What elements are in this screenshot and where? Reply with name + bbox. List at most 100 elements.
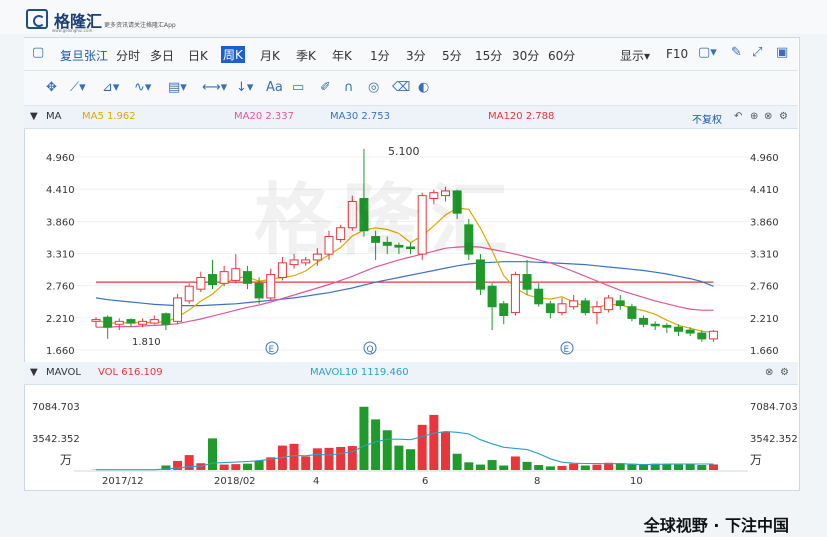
trash-icon[interactable]: ⌫ — [392, 80, 410, 95]
x-tick-label: 8 — [534, 476, 540, 487]
settings-icon[interactable]: ⚙ — [779, 111, 788, 122]
period-yearly[interactable]: 年K — [332, 47, 352, 64]
volume-bar — [522, 461, 532, 470]
candle-body — [149, 319, 159, 324]
volume-tick-right: 3542.352 — [750, 434, 798, 445]
candle-body — [604, 297, 614, 311]
candle-body — [697, 332, 707, 340]
volume-bar — [417, 424, 427, 470]
period-3min[interactable]: 3分 — [406, 47, 426, 64]
volume-bar — [254, 460, 264, 470]
volume-settings-icon[interactable]: ⚙ — [780, 367, 789, 378]
candle-body — [674, 326, 683, 332]
candle-body — [708, 330, 718, 340]
price-indicator-label[interactable]: MA — [46, 111, 61, 122]
arrow-tool-icon[interactable]: ↓▾ — [236, 80, 253, 95]
display-menu[interactable]: 显示▾ — [620, 47, 650, 64]
volume-bar — [475, 464, 485, 470]
candle-body — [208, 274, 217, 285]
range-tool-icon[interactable]: ⟷▾ — [202, 80, 227, 95]
x-tick-label: 10 — [630, 476, 643, 487]
close-icon[interactable]: ⊗ — [764, 111, 772, 122]
volume-tick-left: 3542.352 — [32, 434, 80, 445]
zoom-in-icon[interactable]: ⊕ — [750, 111, 758, 122]
volume-bar — [242, 463, 252, 470]
volume-bar — [441, 432, 450, 470]
candle-body — [161, 313, 171, 325]
volume-tick-right: 7084.703 — [750, 402, 798, 413]
candle-body — [580, 300, 590, 314]
eye-icon[interactable]: ◐ — [418, 80, 429, 95]
period-intraday[interactable]: 分时 — [116, 47, 140, 64]
volume-panel-header: ▼ MAVOL VOL 616.109 MAVOL10 1119.460 ⊗ ⚙ — [24, 362, 798, 385]
volume-bar — [545, 466, 555, 470]
price-tick-left: 4.960 — [46, 153, 75, 164]
volume-bar — [289, 443, 299, 470]
ma30-label: MA30 2.753 — [330, 111, 390, 122]
volume-bar — [708, 464, 718, 470]
period-15min[interactable]: 15分 — [475, 47, 502, 64]
volume-bar — [510, 456, 520, 470]
volume-bar — [429, 414, 439, 470]
crosshair-icon[interactable]: ✥ — [46, 80, 57, 95]
volume-indicator-label[interactable]: MAVOL — [46, 367, 81, 378]
wave-tool-icon[interactable]: ∿▾ — [134, 80, 151, 95]
period-quarterly[interactable]: 季K — [296, 47, 316, 64]
volume-bar — [534, 465, 544, 470]
period-multiday[interactable]: 多日 — [150, 47, 174, 64]
period-daily[interactable]: 日K — [188, 47, 208, 64]
volume-unit-right: 万 — [750, 453, 762, 467]
volume-collapse-icon[interactable]: ▼ — [30, 367, 38, 378]
volume-chart[interactable]: 7084.703 3542.352 万 7084.703 3542.352 万 2017/1… — [24, 385, 798, 489]
line-tool-icon[interactable]: ⟋▾ — [70, 80, 86, 95]
magnet-icon[interactable]: ∩ — [344, 80, 354, 95]
volume-bar — [569, 463, 579, 470]
candle-body — [685, 329, 695, 334]
ma5-label: MA5 1.962 — [82, 111, 136, 122]
period-5min[interactable]: 5分 — [442, 47, 462, 64]
candle-body — [184, 285, 194, 302]
vol-label: VOL 616.109 — [98, 367, 163, 378]
sidebar-toggle-icon[interactable]: ▣ — [776, 45, 788, 60]
collapse-icon[interactable]: ▼ — [30, 111, 38, 122]
x-tick-label: 2018/02 — [214, 476, 256, 487]
candle-body — [138, 320, 148, 325]
volume-bar — [592, 464, 602, 470]
undo-icon[interactable]: ↶ — [734, 111, 742, 122]
low-annotation: 1.810 — [132, 337, 161, 348]
candle-body — [254, 282, 264, 299]
volume-bar — [336, 446, 346, 470]
text-tool-icon[interactable]: Aa — [266, 80, 283, 95]
price-tick-right: 4.410 — [750, 185, 779, 196]
period-weekly[interactable]: 周K — [221, 46, 245, 63]
channel-tool-icon[interactable]: ⊿▾ — [102, 80, 119, 95]
layout-panel-icon[interactable]: ▢ — [32, 45, 44, 60]
volume-close-icon[interactable]: ⊗ — [765, 367, 773, 378]
brand-bar: 格隆汇 更多资讯请关注格隆汇App www.gelonghui.com — [0, 0, 827, 34]
footer: 全球视野 · 下注中国 — [0, 504, 827, 537]
stock-name[interactable]: 复旦张江 — [60, 47, 108, 64]
candle-body — [196, 276, 206, 290]
pen-icon[interactable]: ✎ — [731, 45, 742, 60]
price-tick-right: 4.960 — [750, 153, 779, 164]
brush-icon[interactable]: ✐ — [320, 80, 331, 95]
chart-area[interactable]: 格隆汇 4.960 4.960 4.410 4.410 3.860 3.860 3.310 3… — [24, 128, 798, 365]
period-toolbar: ▢ 复旦张江 分时 多日 日K 周K 月K 季K 年K 1分 3分 5分 15分… — [24, 38, 798, 71]
window-icon[interactable]: ▢▾ — [698, 45, 717, 60]
volume-bar — [499, 465, 509, 470]
comment-tool-icon[interactable]: ▭ — [292, 80, 304, 95]
volume-bar — [674, 464, 683, 470]
period-30min[interactable]: 30分 — [512, 47, 539, 64]
adjust-button[interactable]: 不复权 — [692, 111, 722, 126]
period-60min[interactable]: 60分 — [548, 47, 575, 64]
volume-bar — [231, 464, 241, 470]
period-1min[interactable]: 1分 — [370, 47, 390, 64]
period-monthly[interactable]: 月K — [260, 47, 280, 64]
lock-icon[interactable]: ◎ — [368, 80, 379, 95]
volume-bar — [580, 465, 590, 470]
fib-tool-icon[interactable]: ▤▾ — [168, 80, 187, 95]
volume-bar — [697, 465, 707, 470]
f10-button[interactable]: F10 — [666, 47, 688, 61]
price-tick-left: 4.410 — [46, 185, 75, 196]
fullscreen-icon[interactable]: ⤢ — [752, 45, 762, 60]
